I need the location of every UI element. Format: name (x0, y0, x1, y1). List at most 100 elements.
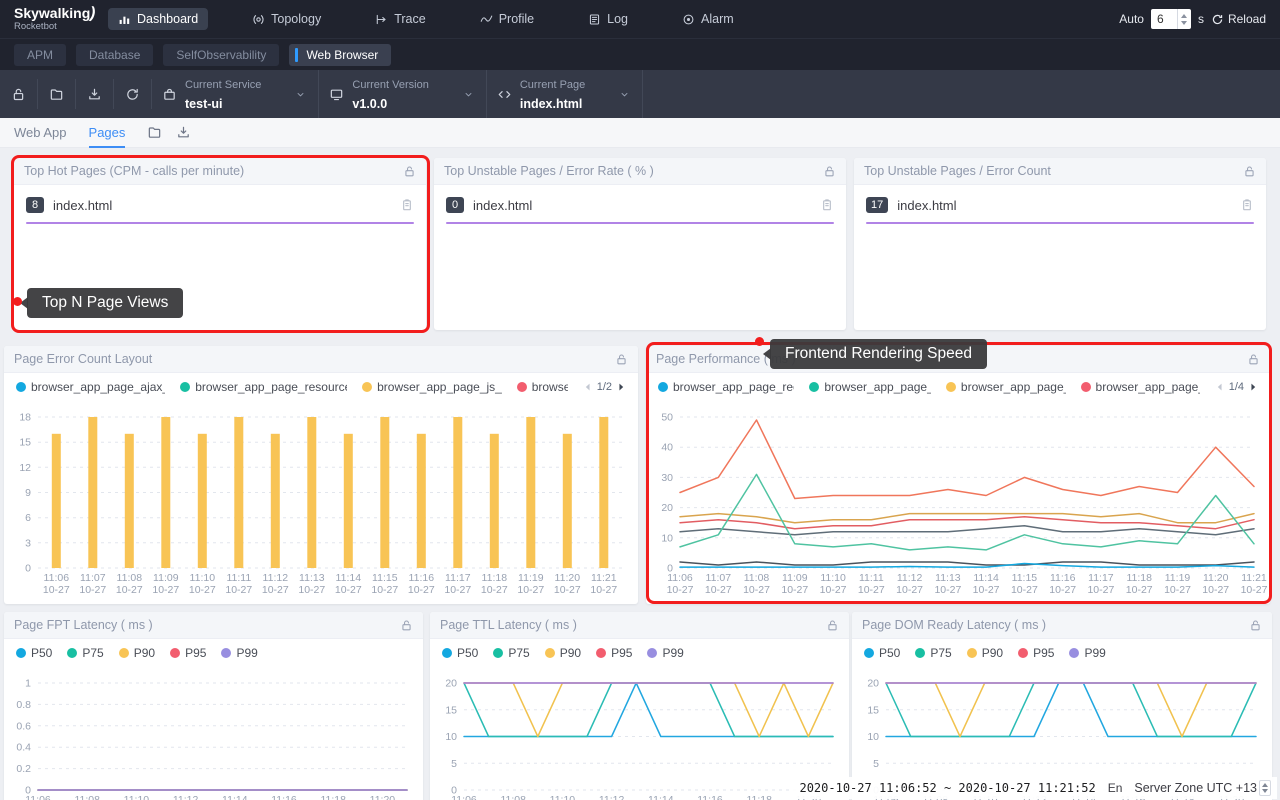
auto-interval-value[interactable] (1151, 12, 1177, 26)
svg-text:10: 10 (661, 532, 673, 544)
time-range-picker[interactable]: 2020-10-27 11:06:52 ~ 2020-10-27 11:21:5… (799, 781, 1095, 795)
nav-item-label: Dashboard (137, 12, 198, 26)
copy-icon[interactable] (400, 198, 414, 212)
svg-text:10-27: 10-27 (1011, 584, 1038, 596)
trace-icon (375, 13, 388, 26)
lock-icon[interactable] (826, 619, 839, 632)
list-item[interactable]: 8index.html (14, 185, 426, 213)
svg-text:10-27: 10-27 (820, 584, 847, 596)
lock-icon[interactable] (615, 353, 628, 366)
legend-dot (362, 382, 372, 392)
list-item[interactable]: 17index.html (854, 185, 1266, 213)
nav-item-profile[interactable]: Profile (470, 8, 544, 30)
nav-item-dashboard[interactable]: Dashboard (108, 8, 208, 30)
nav-item-log[interactable]: Log (578, 8, 638, 30)
auto-interval-input[interactable] (1151, 9, 1191, 29)
svg-text:11:21: 11:21 (1241, 572, 1267, 584)
svg-text:11:08: 11:08 (74, 794, 100, 800)
chart-fpt-svg: 00.20.40.60.8111:0611:0811:1011:1211:141… (4, 673, 423, 800)
legend-item: browser_app_page_redirect_avg (658, 380, 794, 394)
subnav-web-browser[interactable]: Web Browser (289, 44, 391, 66)
svg-text:11:09: 11:09 (153, 572, 179, 584)
list-item[interactable]: 0index.html (434, 185, 846, 213)
legend-label: P75 (930, 646, 951, 660)
svg-text:0: 0 (25, 563, 31, 575)
reload-icon (1211, 13, 1224, 26)
lock-icon[interactable] (400, 619, 413, 632)
language-toggle[interactable]: En (1108, 781, 1123, 795)
lock-icon[interactable] (403, 165, 416, 178)
legend-label: browser_app_page_resource_error_sum (195, 380, 347, 394)
toolbar-refresh-icon-button[interactable] (114, 79, 152, 109)
lock-icon[interactable] (1247, 353, 1260, 366)
legend-dot (647, 648, 657, 658)
subnav-apm[interactable]: APM (14, 44, 66, 66)
toolbar-lock-icon-button[interactable] (0, 79, 38, 109)
lock-icon[interactable] (823, 165, 836, 178)
folder-icon (49, 87, 64, 102)
auto-interval-stepper[interactable] (1177, 9, 1190, 29)
svg-text:11:18: 11:18 (1126, 572, 1152, 584)
svg-text:10-27: 10-27 (1202, 584, 1229, 596)
nav-item-alarm[interactable]: Alarm (672, 8, 744, 30)
reload-button[interactable]: Reload (1211, 12, 1266, 26)
copy-icon[interactable] (1240, 198, 1254, 212)
toolbar-import-icon-button[interactable] (76, 79, 114, 109)
dashboard-icon (118, 13, 131, 26)
current-service-selector[interactable]: Current Servicetest-ui (152, 70, 319, 118)
panel-body: browser_app_page_redirect_avg browser_app… (646, 373, 1270, 604)
import-icon[interactable] (176, 125, 191, 140)
list-item-bar (866, 222, 1254, 224)
lock-icon[interactable] (1243, 165, 1256, 178)
list-item-bar (446, 222, 834, 224)
current-page-selector[interactable]: Current Pageindex.html (487, 70, 643, 118)
toolbar-folder-icon-button[interactable] (38, 79, 76, 109)
legend-next-icon[interactable] (616, 382, 626, 392)
nav-item-topology[interactable]: Topology (242, 8, 331, 30)
lock-icon[interactable] (1249, 619, 1262, 632)
zone-step-down-icon[interactable] (1262, 789, 1268, 793)
legend-prev-icon[interactable] (1215, 382, 1225, 392)
svg-text:11:13: 11:13 (935, 572, 961, 584)
svg-text:11:20: 11:20 (555, 572, 581, 584)
legend-label: browser_app_page_dns_avg (824, 380, 931, 394)
subnav-database[interactable]: Database (76, 44, 153, 66)
folder-icon[interactable] (147, 125, 162, 140)
zone-step-up-icon[interactable] (1262, 783, 1268, 787)
chart-legend: browser_app_page_redirect_avg browser_app… (646, 373, 1270, 394)
legend-prev-icon[interactable] (583, 382, 593, 392)
svg-text:11:12: 11:12 (173, 794, 199, 800)
svg-text:6: 6 (25, 512, 31, 524)
tab-web-app[interactable]: Web App (14, 118, 67, 148)
legend-item: P50 (442, 646, 478, 660)
tab-pages[interactable]: Pages (89, 118, 126, 148)
svg-text:11:12: 11:12 (263, 572, 289, 584)
nav-item-label: Profile (499, 12, 534, 26)
svg-text:18: 18 (19, 412, 31, 424)
legend-item: browser_app_page_resource_error_sum (180, 380, 347, 394)
nav-item-label: Trace (394, 12, 426, 26)
svg-text:10-27: 10-27 (781, 584, 808, 596)
server-zone-stepper[interactable] (1259, 780, 1271, 796)
legend-page: 1/2 (597, 381, 612, 393)
step-up-icon[interactable] (1181, 14, 1187, 18)
svg-text:15: 15 (19, 437, 31, 449)
svg-text:11:12: 11:12 (599, 794, 625, 800)
service-icon (162, 87, 177, 102)
svg-text:10-27: 10-27 (743, 584, 770, 596)
chart-legend: browser_app_page_ajax_error_sumbrowser_a… (4, 373, 638, 394)
svg-text:10-27: 10-27 (590, 584, 617, 596)
legend-pagination: 1/4 (1215, 381, 1258, 393)
nav-item-trace[interactable]: Trace (365, 8, 436, 30)
svg-text:10-27: 10-27 (335, 584, 362, 596)
chart-ttl-panel: Page TTL Latency ( ms )P50P75P90P95P9905… (430, 612, 849, 800)
legend-label: P99 (1084, 646, 1105, 660)
chart-fpt: 00.20.40.60.8111:0611:0811:1011:1211:141… (4, 673, 423, 800)
subnav-selfobservability[interactable]: SelfObservability (163, 44, 279, 66)
page-name: index.html (473, 198, 532, 213)
legend-item: P75 (915, 646, 951, 660)
current-version-selector[interactable]: Current Versionv1.0.0 (319, 70, 486, 118)
legend-next-icon[interactable] (1248, 382, 1258, 392)
copy-icon[interactable] (820, 198, 834, 212)
step-down-icon[interactable] (1181, 21, 1187, 25)
